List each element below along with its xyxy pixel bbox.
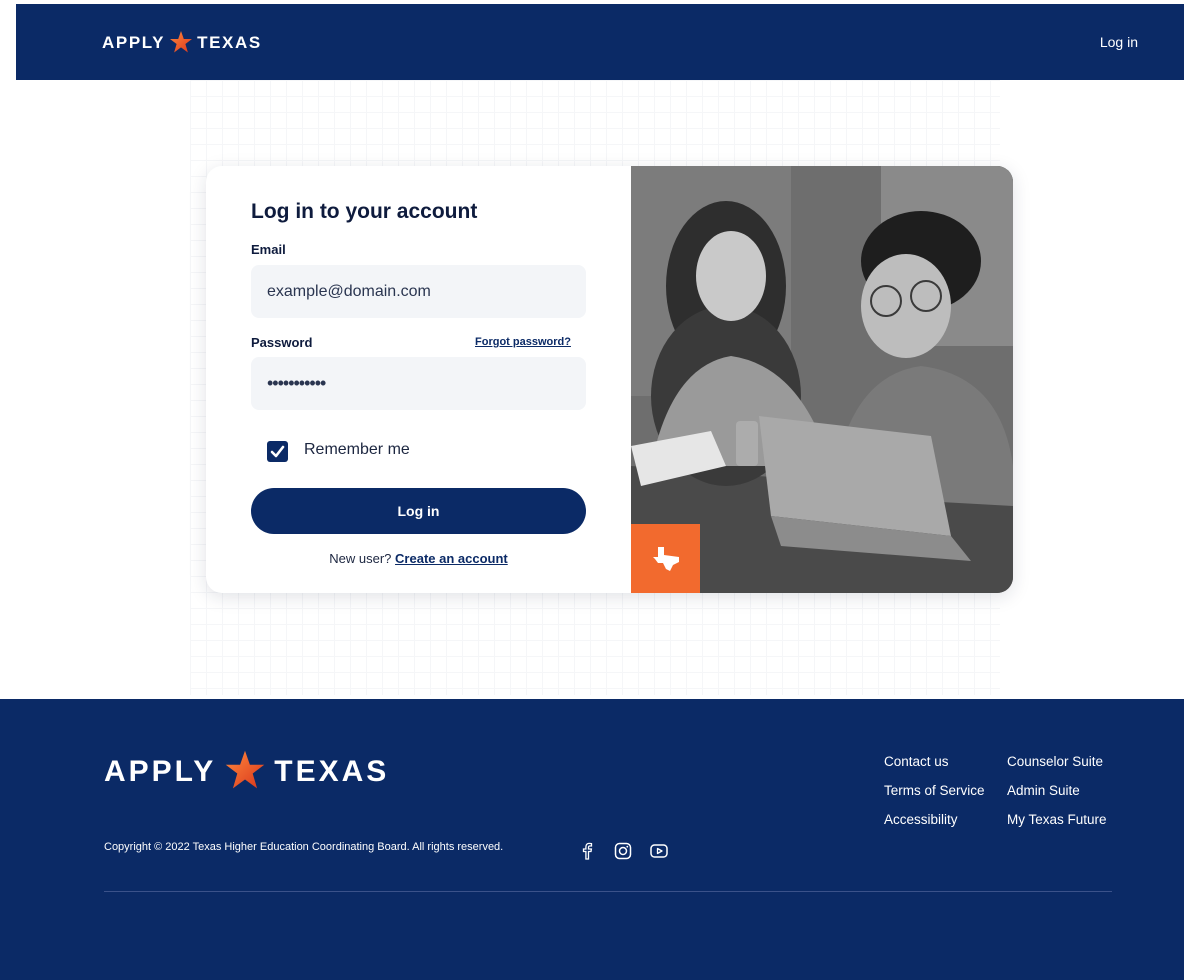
facebook-icon[interactable] xyxy=(577,841,597,861)
email-label: Email xyxy=(251,242,286,257)
form-title: Log in to your account xyxy=(251,200,478,223)
footer-logo[interactable]: APPLY TEXAS xyxy=(104,749,389,795)
footer-link-terms-of-service[interactable]: Terms of Service xyxy=(884,776,985,805)
header-login-link[interactable]: Log in xyxy=(1100,34,1138,50)
logo-text-apply: APPLY xyxy=(102,33,166,52)
star-icon xyxy=(226,750,265,789)
password-field[interactable] xyxy=(251,357,586,410)
login-form: Log in to your account Email Password Fo… xyxy=(206,166,631,593)
remember-me-checkbox[interactable] xyxy=(267,441,288,462)
site-footer: APPLY TEXAS Contact us Terms of Service … xyxy=(0,699,1184,980)
forgot-password-link[interactable]: Forgot password? xyxy=(475,336,571,348)
footer-link-my-texas-future[interactable]: My Texas Future xyxy=(1007,805,1107,834)
footer-links-col2: Counselor Suite Admin Suite My Texas Fut… xyxy=(1007,747,1107,834)
email-field[interactable] xyxy=(251,265,586,318)
footer-logo-text-apply: APPLY xyxy=(104,755,217,788)
footer-link-contact-us[interactable]: Contact us xyxy=(884,747,985,776)
footer-logo-text-texas: TEXAS xyxy=(274,755,390,788)
new-user-text: New user? xyxy=(329,551,392,566)
apply-texas-logo[interactable]: APPLY TEXAS xyxy=(102,30,262,56)
footer-links-col1: Contact us Terms of Service Accessibilit… xyxy=(884,747,985,834)
texas-badge xyxy=(631,524,700,593)
login-card: Log in to your account Email Password Fo… xyxy=(206,166,1013,593)
youtube-icon[interactable] xyxy=(649,841,669,861)
texas-state-icon xyxy=(652,546,679,571)
remember-me-label: Remember me xyxy=(304,441,410,458)
students-photo xyxy=(631,166,1013,593)
new-user-row: New user? Create an account xyxy=(206,551,631,566)
footer-link-accessibility[interactable]: Accessibility xyxy=(884,805,985,834)
create-account-link[interactable]: Create an account xyxy=(395,551,508,566)
site-header: APPLY TEXAS Log in xyxy=(16,4,1184,80)
password-label: Password xyxy=(251,335,313,350)
copyright-text: Copyright © 2022 Texas Higher Education … xyxy=(104,841,504,853)
login-button[interactable]: Log in xyxy=(251,488,586,534)
footer-link-counselor-suite[interactable]: Counselor Suite xyxy=(1007,747,1107,776)
star-icon xyxy=(170,31,193,53)
check-icon xyxy=(270,445,285,458)
instagram-icon[interactable] xyxy=(613,841,633,861)
logo-text-texas: TEXAS xyxy=(197,33,262,52)
footer-divider xyxy=(104,891,1112,892)
footer-link-admin-suite[interactable]: Admin Suite xyxy=(1007,776,1107,805)
